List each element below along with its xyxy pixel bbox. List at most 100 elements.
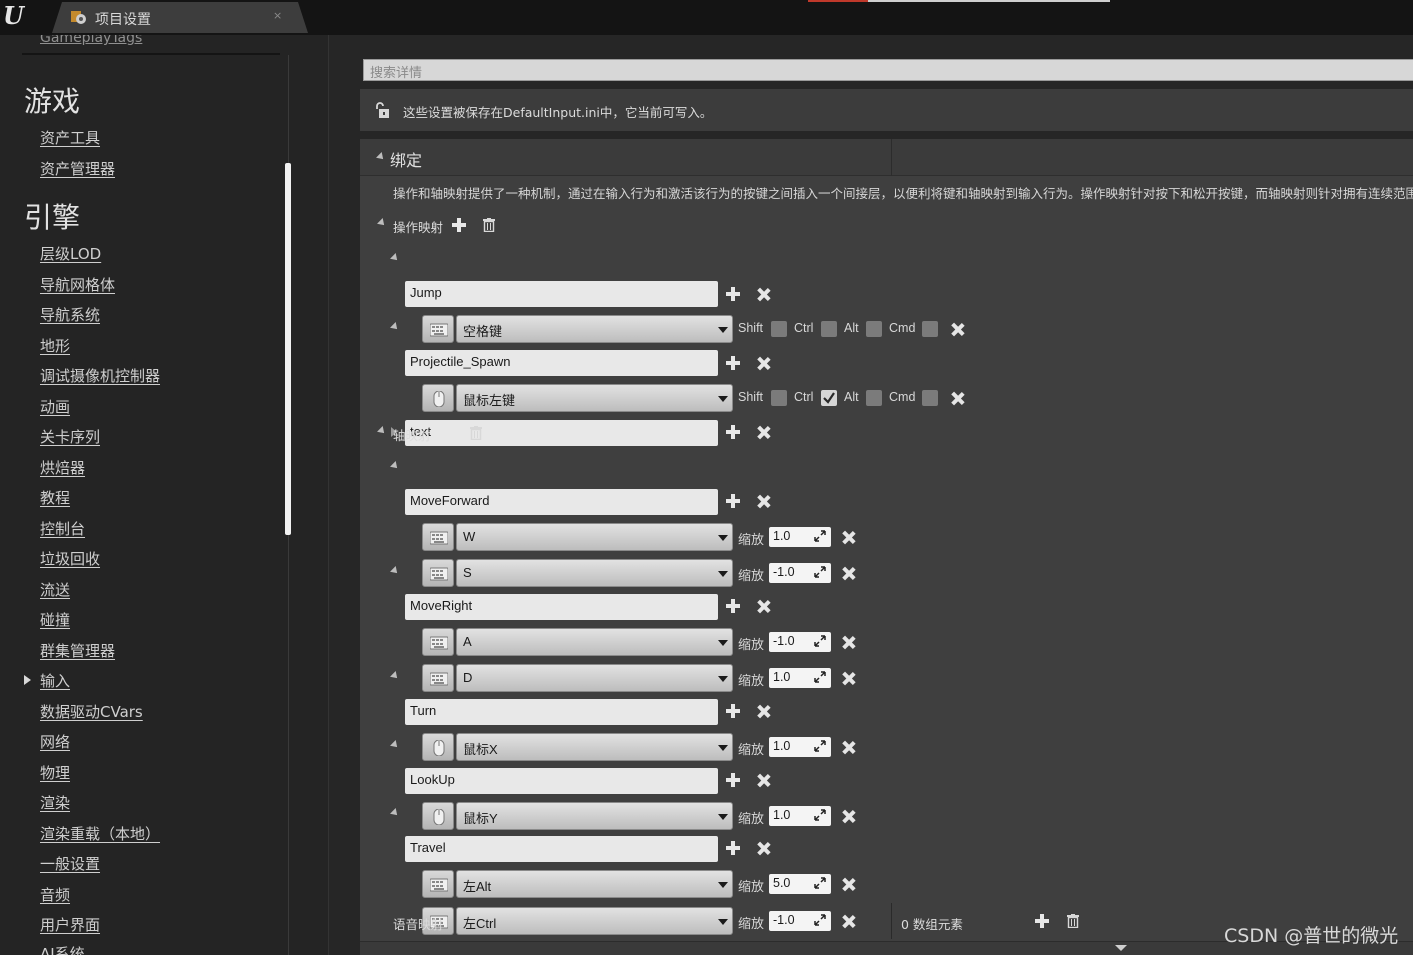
- scale-input[interactable]: 5.0: [769, 874, 831, 894]
- key-dropdown[interactable]: 鼠标左键: [456, 384, 733, 412]
- add-key-button[interactable]: [726, 425, 740, 439]
- mouse-key-selector[interactable]: [422, 802, 454, 830]
- add-key-button[interactable]: [726, 494, 740, 508]
- add-key-button[interactable]: [726, 287, 740, 301]
- cmd-checkbox[interactable]: [922, 390, 938, 406]
- axis-name-field[interactable]: Travel: [405, 836, 718, 862]
- keyboard-key-selector[interactable]: [422, 664, 454, 692]
- sidebar-item[interactable]: 烘焙器: [40, 457, 85, 478]
- sidebar-item[interactable]: 控制台: [40, 518, 85, 539]
- sidebar-item[interactable]: 动画: [40, 396, 70, 417]
- sidebar-item[interactable]: 一般设置: [40, 853, 100, 874]
- remove-key-button[interactable]: [842, 915, 855, 928]
- trash-icon[interactable]: [1067, 914, 1079, 928]
- remove-axis-button[interactable]: [757, 705, 770, 718]
- sidebar-item[interactable]: 导航网格体: [40, 274, 115, 295]
- collapse-arrow-icon[interactable]: [390, 671, 400, 681]
- add-speech-button[interactable]: [1035, 914, 1049, 928]
- sidebar-item[interactable]: 层级LOD: [40, 243, 101, 264]
- spin-arrows-icon[interactable]: [814, 635, 826, 647]
- sidebar-item[interactable]: 物理: [40, 762, 70, 783]
- keyboard-key-selector[interactable]: [422, 870, 454, 898]
- key-dropdown[interactable]: A: [456, 628, 733, 656]
- add-axis-button[interactable]: [439, 426, 453, 440]
- sidebar-item-input[interactable]: 输入: [40, 670, 70, 691]
- ctrl-checkbox-checked[interactable]: [821, 390, 837, 406]
- sidebar-item[interactable]: 资产管理器: [40, 158, 115, 179]
- collapse-arrow-icon[interactable]: [376, 152, 386, 162]
- sidebar-item[interactable]: 用户界面: [40, 914, 100, 935]
- sidebar-item[interactable]: 群集管理器: [40, 640, 115, 661]
- tab-project-settings[interactable]: 项目设置 ×: [52, 2, 308, 33]
- sidebar-item[interactable]: 关卡序列: [40, 426, 100, 447]
- remove-key-button[interactable]: [951, 392, 964, 405]
- spin-arrows-icon[interactable]: [814, 740, 826, 752]
- spin-arrows-icon[interactable]: [814, 877, 826, 889]
- scale-input[interactable]: -1.0: [769, 911, 831, 931]
- scale-input[interactable]: 1.0: [769, 668, 831, 688]
- sidebar-item[interactable]: 数据驱动CVars: [40, 701, 143, 722]
- axis-name-field[interactable]: MoveForward: [405, 489, 718, 515]
- remove-axis-button[interactable]: [757, 842, 770, 855]
- add-action-button[interactable]: [452, 218, 466, 232]
- sidebar-item[interactable]: 调试摄像机控制器: [40, 365, 160, 386]
- add-key-button[interactable]: [726, 704, 740, 718]
- remove-key-button[interactable]: [951, 323, 964, 336]
- remove-action-button[interactable]: [757, 426, 770, 439]
- keyboard-key-selector[interactable]: [422, 315, 454, 343]
- mouse-key-selector[interactable]: [422, 733, 454, 761]
- trash-icon[interactable]: [470, 426, 482, 440]
- scale-input[interactable]: 1.0: [769, 806, 831, 826]
- spin-arrows-icon[interactable]: [814, 566, 826, 578]
- remove-key-button[interactable]: [842, 636, 855, 649]
- unreal-logo-icon[interactable]: U: [3, 2, 29, 30]
- alt-checkbox[interactable]: [866, 390, 882, 406]
- section-header[interactable]: 绑定: [360, 139, 1413, 176]
- keyboard-key-selector[interactable]: [422, 559, 454, 587]
- chevron-down-icon[interactable]: [1115, 945, 1127, 951]
- spin-arrows-icon[interactable]: [814, 914, 826, 926]
- mouse-key-selector[interactable]: [422, 384, 454, 412]
- key-dropdown[interactable]: 鼠标X: [456, 733, 733, 761]
- sidebar-item[interactable]: 音频: [40, 884, 70, 905]
- add-key-button[interactable]: [726, 356, 740, 370]
- remove-key-button[interactable]: [842, 810, 855, 823]
- collapse-arrow-icon[interactable]: [377, 426, 387, 436]
- sidebar-item[interactable]: 垃圾回收: [40, 548, 100, 569]
- axis-name-field[interactable]: Turn: [405, 699, 718, 725]
- keyboard-key-selector[interactable]: [422, 523, 454, 551]
- remove-action-button[interactable]: [757, 357, 770, 370]
- search-input[interactable]: 搜索详情: [363, 59, 1413, 81]
- remove-axis-button[interactable]: [757, 495, 770, 508]
- key-dropdown[interactable]: 鼠标Y: [456, 802, 733, 830]
- sidebar-item[interactable]: 教程: [40, 487, 70, 508]
- sidebar-item[interactable]: AI系统: [40, 943, 85, 955]
- sidebar-item[interactable]: 渲染: [40, 792, 70, 813]
- key-dropdown[interactable]: 空格键: [456, 315, 733, 343]
- key-dropdown[interactable]: 左Alt: [456, 870, 733, 898]
- remove-axis-button[interactable]: [757, 774, 770, 787]
- action-name-field[interactable]: Jump: [405, 281, 718, 307]
- sidebar-item[interactable]: 碰撞: [40, 609, 70, 630]
- add-key-button[interactable]: [726, 773, 740, 787]
- key-dropdown[interactable]: S: [456, 559, 733, 587]
- remove-key-button[interactable]: [842, 741, 855, 754]
- axis-name-field[interactable]: MoveRight: [405, 594, 718, 620]
- sidebar-item[interactable]: 资产工具: [40, 127, 100, 148]
- sidebar-item[interactable]: 地形: [40, 335, 70, 356]
- collapse-arrow-icon[interactable]: [390, 253, 400, 263]
- spin-arrows-icon[interactable]: [814, 530, 826, 542]
- cmd-checkbox[interactable]: [922, 321, 938, 337]
- scale-input[interactable]: 1.0: [769, 737, 831, 757]
- key-dropdown[interactable]: W: [456, 523, 733, 551]
- close-icon[interactable]: ×: [273, 9, 282, 22]
- sidebar-item-cut[interactable]: GameplayTags: [40, 35, 142, 46]
- scale-input[interactable]: -1.0: [769, 632, 831, 652]
- collapse-arrow-icon[interactable]: [390, 461, 400, 471]
- key-dropdown[interactable]: 左Ctrl: [456, 907, 733, 935]
- remove-action-button[interactable]: [757, 288, 770, 301]
- shift-checkbox[interactable]: [771, 321, 787, 337]
- collapse-arrow-icon[interactable]: [390, 740, 400, 750]
- shift-checkbox[interactable]: [771, 390, 787, 406]
- collapse-arrow-icon[interactable]: [390, 808, 400, 818]
